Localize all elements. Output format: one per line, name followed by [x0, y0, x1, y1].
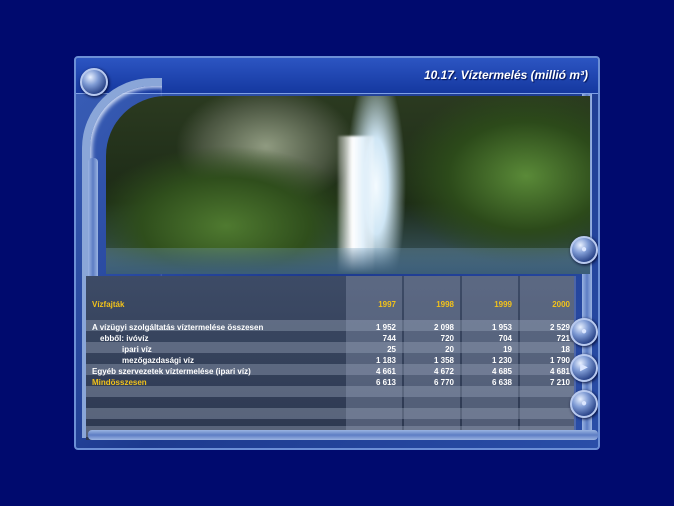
table-row-label: mezőgazdasági víz: [122, 356, 195, 365]
nav-knob-up-icon[interactable]: ●: [570, 318, 598, 346]
year-column-header: 1997: [378, 300, 396, 309]
knob-glyph-icon: ●: [580, 326, 588, 337]
year-column-header: 1999: [494, 300, 512, 309]
table-cell: 1 183: [375, 356, 396, 365]
table-cell: 6 638: [491, 378, 512, 387]
year-column-header: 2000: [552, 300, 570, 309]
table-row-label: Egyéb szervezetek víztermelése (ipari ví…: [92, 367, 251, 376]
nav-knob-back-icon[interactable]: ●: [570, 390, 598, 418]
table-cell: 6 613: [375, 378, 396, 387]
table-row-label: A vízügyi szolgáltatás víztermelése össz…: [92, 323, 264, 332]
waterfall-photo: [106, 96, 590, 274]
table-cell: 6 770: [433, 378, 454, 387]
nav-knob-top-icon[interactable]: ●: [570, 236, 598, 264]
globe-knob-icon[interactable]: [80, 68, 108, 96]
year-column-header: 1998: [436, 300, 454, 309]
page-title: 10.17. Víztermelés (millió m³): [423, 68, 588, 82]
table-cell: 4 661: [375, 367, 396, 376]
table-cell: 2 529: [549, 323, 570, 332]
water-pool: [106, 248, 590, 274]
table-cell: 704: [498, 334, 512, 343]
table-cell: 1 230: [491, 356, 512, 365]
table-cell: 1 790: [549, 356, 570, 365]
content-frame: 10.17. Víztermelés (millió m³) Vízfajták…: [74, 56, 600, 450]
decorative-bottom-rail: [88, 430, 598, 440]
table-cell: 4 681: [549, 367, 570, 376]
table-cell: 1 358: [433, 356, 454, 365]
table-row-label: ipari víz: [122, 345, 152, 354]
knob-glyph-icon: ●: [580, 398, 588, 409]
table-cell: 19: [503, 345, 512, 354]
table-cell: 4 685: [491, 367, 512, 376]
table-row-label: ebből: ivóvíz: [100, 334, 149, 343]
table-cell: 721: [556, 334, 570, 343]
table-cell: 744: [382, 334, 396, 343]
data-table: Vízfajták 1997 1998 1999 2000 A vízügyi szolg…: [86, 276, 576, 440]
table-cell: 1 952: [375, 323, 396, 332]
knob-glyph-icon: ●: [580, 244, 588, 255]
nav-knob-forward-icon[interactable]: ▶: [570, 354, 598, 382]
table-cell: 25: [387, 345, 396, 354]
play-arrow-icon: ▶: [580, 362, 588, 373]
table-cell: 720: [440, 334, 454, 343]
table-row-label: Mindösszesen: [92, 378, 147, 387]
table-cell: 1 953: [491, 323, 512, 332]
row-header-label: Vízfajták: [92, 300, 125, 309]
table-cell: 4 672: [433, 367, 454, 376]
table-cell: 7 210: [549, 378, 570, 387]
table-cell: 18: [561, 345, 570, 354]
table-cell: 2 098: [433, 323, 454, 332]
table-cell: 20: [445, 345, 454, 354]
